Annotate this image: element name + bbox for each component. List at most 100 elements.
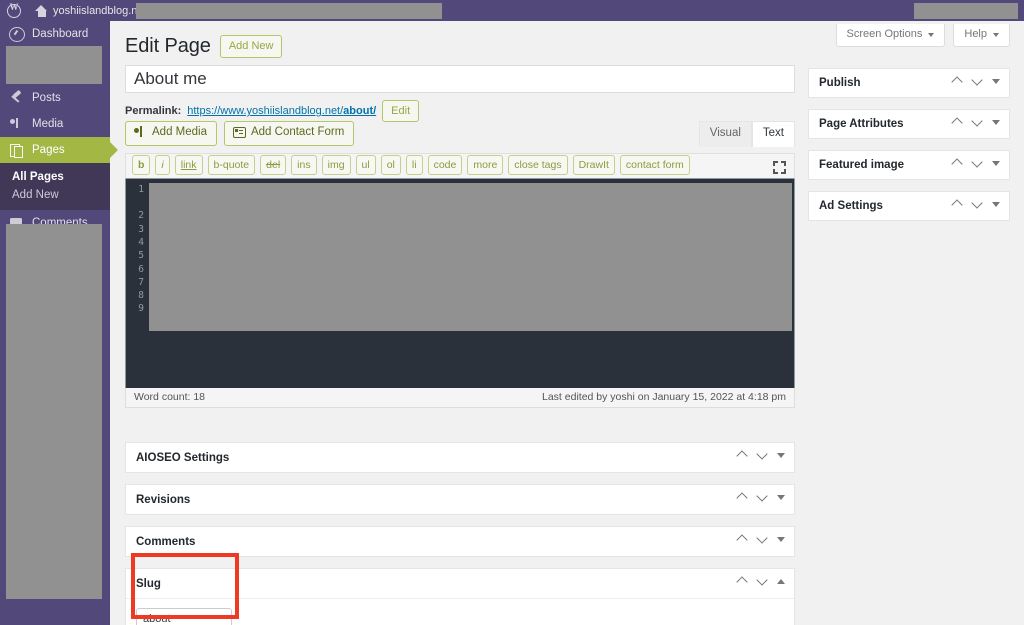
metabox-title: Slug — [136, 577, 161, 590]
page-title-input[interactable]: About me — [125, 65, 795, 93]
quicktag-close-tags[interactable]: close tags — [508, 155, 568, 176]
metabox-actions — [952, 76, 1003, 87]
move-up-icon[interactable] — [737, 534, 748, 545]
editor-status-bar: Word count: 18 Last edited by yoshi on J… — [125, 387, 795, 408]
permalink-edit-button[interactable]: Edit — [382, 100, 420, 123]
toggle-panel-icon[interactable] — [992, 161, 1000, 166]
move-down-icon[interactable] — [972, 199, 983, 210]
toggle-panel-icon[interactable] — [777, 453, 785, 458]
fullscreen-icon[interactable] — [773, 160, 786, 174]
metabox-header[interactable]: Revisions — [126, 485, 794, 514]
move-up-icon[interactable] — [737, 576, 748, 587]
quicktag-ul[interactable]: ul — [355, 155, 376, 176]
move-up-icon[interactable] — [952, 199, 963, 210]
quicktag-drawit[interactable]: DrawIt — [572, 155, 615, 176]
toggle-panel-icon[interactable] — [777, 495, 785, 500]
site-name-menu[interactable]: yoshiislandblog.net — [28, 0, 154, 21]
admin-sidebar-menu: Dashboard Posts Media Pages All Pages Ad… — [0, 21, 110, 625]
tab-text[interactable]: Text — [751, 121, 795, 147]
sidebar-item-label: Pages — [32, 144, 65, 156]
quicktag-contact-form[interactable]: contact form — [619, 155, 690, 176]
quicktag-more[interactable]: more — [467, 155, 504, 176]
chevron-down-icon — [928, 32, 935, 37]
redacted-region-adminbar-right — [914, 3, 1018, 19]
quicktag-del[interactable]: del — [260, 155, 287, 176]
toggle-panel-icon[interactable] — [992, 79, 1000, 84]
sidebar-item-pages[interactable]: Pages — [0, 137, 110, 163]
metabox-title: Page Attributes — [819, 118, 904, 130]
quicktag-ol[interactable]: ol — [380, 155, 401, 176]
side-metabox-column: Publish Page Attributes Featured image A… — [808, 68, 1010, 232]
add-media-label: Add Media — [152, 126, 207, 138]
wordpress-logo-icon — [7, 2, 21, 18]
admin-bar: yoshiislandblog.net — [0, 0, 1024, 21]
metabox-page-attributes: Page Attributes — [808, 109, 1010, 139]
quicktag-img[interactable]: img — [321, 155, 351, 176]
move-up-icon[interactable] — [952, 117, 963, 128]
site-name-label: yoshiislandblog.net — [53, 4, 147, 17]
move-down-icon[interactable] — [972, 158, 983, 169]
slug-value: about — [143, 612, 171, 625]
permalink-link[interactable]: https://www.yoshiislandblog.net/about/ — [187, 105, 376, 117]
metabox-actions — [737, 534, 788, 545]
metabox-title: Comments — [136, 535, 196, 548]
slug-input[interactable]: about — [136, 608, 232, 625]
screen-meta-links: Screen Options Help — [835, 24, 1010, 47]
add-contact-form-button[interactable]: Add Contact Form — [223, 121, 355, 146]
quicktag-ins[interactable]: ins — [291, 155, 317, 176]
metabox-featured-image: Featured image — [808, 150, 1010, 180]
move-down-icon[interactable] — [757, 534, 768, 545]
move-up-icon[interactable] — [737, 492, 748, 503]
metabox-header[interactable]: Comments — [126, 527, 794, 556]
sidebar-item-dashboard[interactable]: Dashboard — [0, 21, 110, 47]
last-edited-label: Last edited by yoshi on January 15, 2022… — [542, 391, 786, 404]
move-down-icon[interactable] — [972, 76, 983, 87]
quicktag-b-quote[interactable]: b-quote — [207, 155, 256, 176]
toggle-panel-icon[interactable] — [777, 537, 785, 542]
add-media-icon — [134, 126, 147, 139]
line-number: 1 — [138, 183, 144, 195]
help-button[interactable]: Help — [953, 24, 1010, 47]
quicktag-i[interactable]: i — [155, 155, 170, 176]
line-number: 2 — [138, 210, 144, 222]
metabox-header[interactable]: Slug — [126, 569, 794, 598]
code-editor-textarea[interactable]: 1 2 3 4 5 6 7 8 9 — [125, 178, 795, 388]
move-up-icon[interactable] — [737, 450, 748, 461]
permalink-slug: about/ — [343, 105, 377, 118]
screen-options-button[interactable]: Screen Options — [835, 24, 946, 47]
add-media-button[interactable]: Add Media — [125, 121, 217, 146]
quicktag-code[interactable]: code — [427, 155, 463, 176]
toggle-panel-icon[interactable] — [992, 120, 1000, 125]
metabox-title: Ad Settings — [819, 200, 883, 212]
line-number: 3 — [138, 223, 144, 235]
metabox-aioseo-settings: AIOSEO Settings — [125, 442, 795, 473]
sidebar-item-add-new[interactable]: Add New — [0, 186, 110, 204]
page-body: Screen Options Help Edit Page Add New Ab… — [110, 21, 1024, 625]
add-new-button[interactable]: Add New — [219, 35, 283, 58]
metabox-actions — [952, 199, 1003, 210]
toggle-panel-icon[interactable] — [992, 202, 1000, 207]
move-down-icon[interactable] — [972, 117, 983, 128]
sidebar-item-media[interactable]: Media — [0, 111, 110, 137]
move-down-icon[interactable] — [757, 492, 768, 503]
move-up-icon[interactable] — [952, 158, 963, 169]
home-icon — [35, 4, 48, 17]
page-heading-row: Edit Page Add New — [125, 35, 283, 58]
metabox-header[interactable]: AIOSEO Settings — [126, 443, 794, 472]
quicktag-link[interactable]: link — [174, 155, 203, 176]
metabox-publish: Publish — [808, 68, 1010, 98]
quicktag-li[interactable]: li — [405, 155, 423, 176]
toggle-panel-icon[interactable] — [777, 579, 785, 584]
sidebar-item-posts[interactable]: Posts — [0, 85, 110, 111]
line-number: 8 — [138, 290, 144, 302]
move-down-icon[interactable] — [757, 450, 768, 461]
quicktag-b[interactable]: b — [132, 155, 151, 176]
sidebar-item-all-pages[interactable]: All Pages — [0, 168, 110, 186]
sidebar-item-label: Dashboard — [32, 28, 89, 40]
move-up-icon[interactable] — [952, 76, 963, 87]
wp-logo-menu[interactable] — [0, 0, 28, 21]
word-count-label: Word count: 18 — [134, 391, 206, 404]
move-down-icon[interactable] — [757, 576, 768, 587]
line-number: 5 — [138, 250, 144, 262]
tab-visual[interactable]: Visual — [698, 121, 752, 147]
